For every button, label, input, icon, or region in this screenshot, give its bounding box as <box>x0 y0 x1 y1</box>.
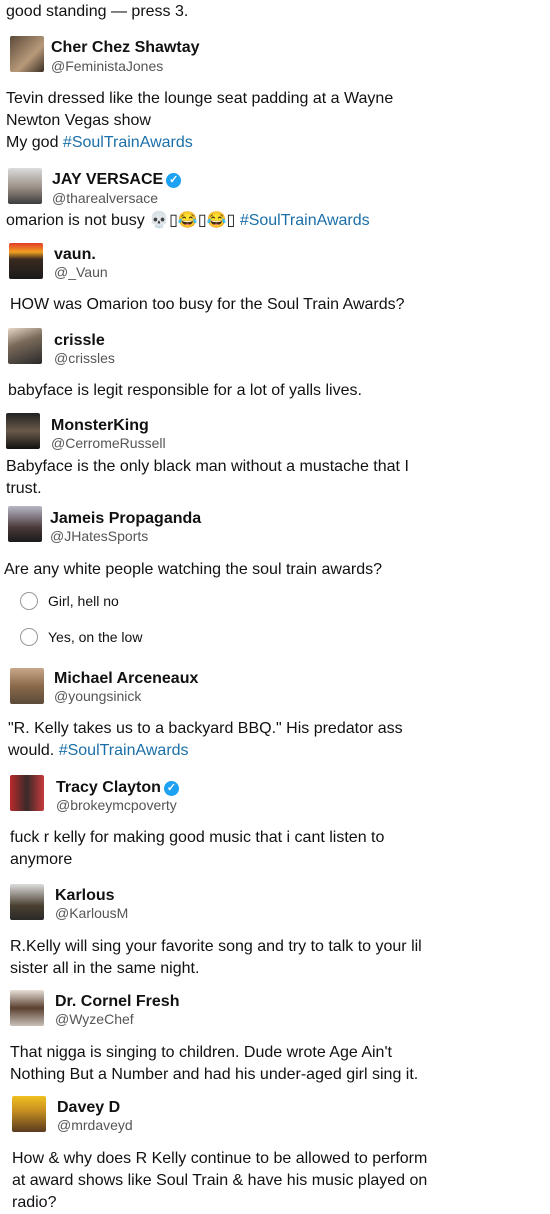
user-handle[interactable]: @KarlousM <box>55 905 128 921</box>
user-name[interactable]: Cher Chez Shawtay <box>51 39 199 57</box>
user-handle[interactable]: @JHatesSports <box>50 528 148 544</box>
tweet-text: Tevin dressed like the lounge seat paddi… <box>6 88 426 154</box>
user-handle[interactable]: @youngsinick <box>54 688 141 704</box>
avatar[interactable] <box>8 328 42 364</box>
user-name[interactable]: crissle <box>54 332 105 350</box>
user-handle[interactable]: @CerromeRussell <box>51 435 166 451</box>
user-handle[interactable]: @brokeymcpoverty <box>56 797 177 813</box>
tweet-text: That nigga is singing to children. Dude … <box>10 1044 419 1083</box>
user-handle[interactable]: @WyzeChef <box>55 1011 134 1027</box>
verified-badge-icon: ✓ <box>166 173 182 188</box>
poll-option-label: Girl, hell no <box>48 593 119 609</box>
tweet-text: Are any white people watching the soul t… <box>4 561 382 578</box>
user-handle[interactable]: @crissles <box>54 350 115 366</box>
user-name[interactable]: Dr. Cornel Fresh <box>55 993 179 1011</box>
tweet-text: Babyface is the only black man without a… <box>6 458 409 497</box>
poll-option[interactable]: Girl, hell no <box>20 592 119 610</box>
radio-button-icon[interactable] <box>20 592 38 610</box>
avatar[interactable] <box>10 668 44 704</box>
user-handle[interactable]: @mrdaveyd <box>57 1117 133 1133</box>
verified-badge-icon: ✓ <box>163 781 179 796</box>
user-name[interactable]: Davey D <box>57 1099 120 1117</box>
tweet-text: HOW was Omarion too busy for the Soul Tr… <box>10 296 405 313</box>
avatar[interactable] <box>8 168 42 204</box>
tweet-text-line: omarion is not busy 💀▯😂▯😂▯ <box>6 212 240 229</box>
user-name[interactable]: Jameis Propaganda <box>50 510 201 528</box>
user-name[interactable]: JAY VERSACE ✓ <box>52 171 182 189</box>
avatar[interactable] <box>10 775 44 811</box>
avatar[interactable] <box>10 990 44 1026</box>
tweet-text-line-2: My god <box>6 134 63 151</box>
user-name[interactable]: vaun. <box>54 246 96 264</box>
avatar[interactable] <box>10 884 44 920</box>
user-name-text: JAY VERSACE <box>52 171 164 188</box>
tweet-text: How & why does R Kelly continue to be al… <box>12 1150 428 1211</box>
partial-tweet-text: good standing — press 3. <box>6 3 189 20</box>
hashtag-link[interactable]: #SoulTrainAwards <box>59 742 189 759</box>
hashtag-link[interactable]: #SoulTrainAwards <box>63 134 193 151</box>
avatar[interactable] <box>10 36 44 72</box>
poll-option-label: Yes, on the low <box>48 629 143 645</box>
tweet-text: R.Kelly will sing your favorite song and… <box>10 938 422 977</box>
tweet-text: omarion is not busy 💀▯😂▯😂▯ #SoulTrainAwa… <box>6 210 446 232</box>
poll-option[interactable]: Yes, on the low <box>20 628 142 646</box>
avatar[interactable] <box>6 413 40 449</box>
user-name[interactable]: Tracy Clayton ✓ <box>56 779 179 797</box>
user-handle[interactable]: @FeministaJones <box>51 58 163 74</box>
avatar[interactable] <box>8 506 42 542</box>
hashtag-link[interactable]: #SoulTrainAwards <box>240 212 370 229</box>
user-name[interactable]: Michael Arceneaux <box>54 670 198 688</box>
user-name-text: Tracy Clayton <box>56 779 161 796</box>
tweet-text: "R. Kelly takes us to a backyard BBQ." H… <box>8 718 428 762</box>
tweet-text: fuck r kelly for making good music that … <box>10 829 385 868</box>
user-name[interactable]: Karlous <box>55 887 115 905</box>
user-name[interactable]: MonsterKing <box>51 417 149 435</box>
avatar[interactable] <box>12 1096 46 1132</box>
tweet-text: babyface is legit responsible for a lot … <box>8 382 362 399</box>
user-handle[interactable]: @tharealversace <box>52 190 158 206</box>
tweet-text-line: Tevin dressed like the lounge seat paddi… <box>6 90 394 129</box>
radio-button-icon[interactable] <box>20 628 38 646</box>
avatar[interactable] <box>9 243 43 279</box>
user-handle[interactable]: @_Vaun <box>54 264 108 280</box>
